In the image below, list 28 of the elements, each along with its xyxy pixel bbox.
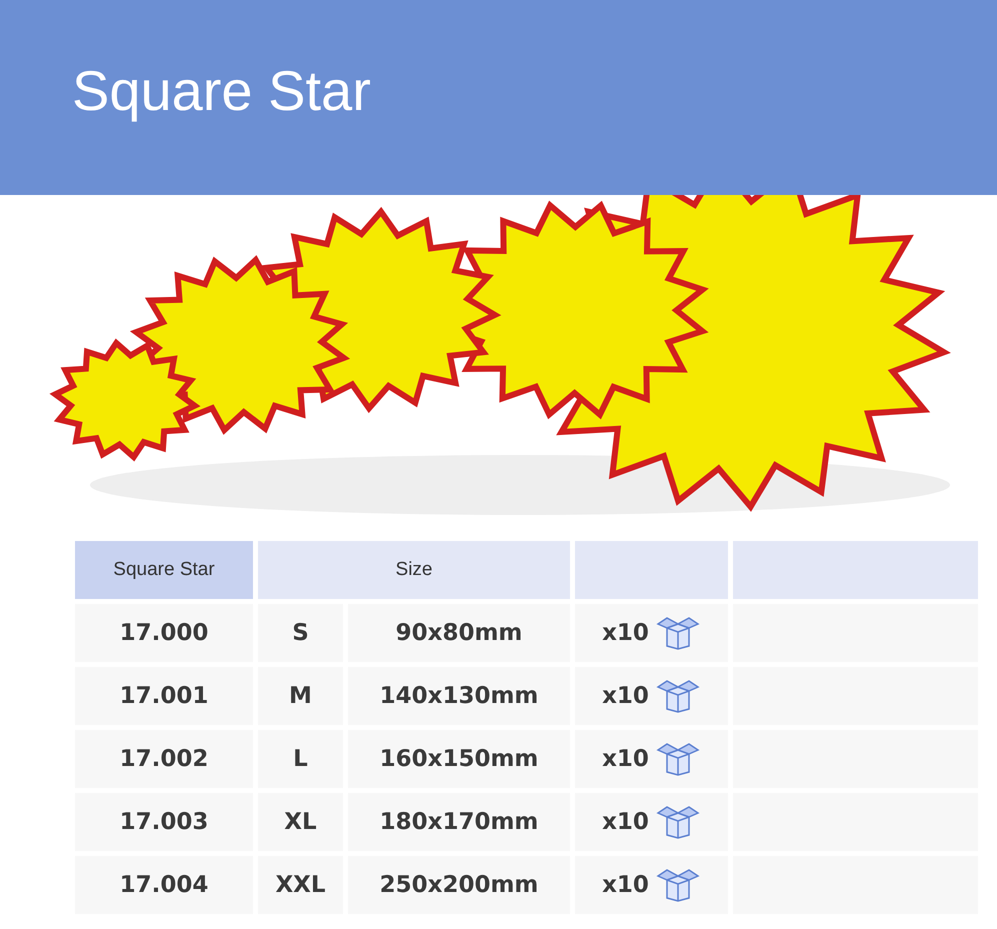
box-icon	[654, 679, 701, 713]
table-cell: 140x130mm	[348, 667, 570, 725]
column-header: Square Star	[75, 541, 253, 599]
box-icon	[654, 742, 701, 776]
table-cell: 17.003	[75, 793, 253, 851]
box-icon	[654, 868, 701, 902]
page-title: Square Star	[72, 58, 371, 123]
table-cell: 17.000	[75, 604, 253, 662]
column-header: Size	[258, 541, 570, 599]
table-cell: XXL	[258, 856, 343, 914]
box-icon	[654, 805, 701, 839]
box-icon	[654, 616, 701, 650]
table-cell: 250x200mm	[348, 856, 570, 914]
quantity-text: x10	[602, 809, 649, 835]
table-cell: 180x170mm	[348, 793, 570, 851]
table-cell: 160x150mm	[348, 730, 570, 788]
table-cell: 90x80mm	[348, 604, 570, 662]
table-cell: M	[258, 667, 343, 725]
quantity-text: x10	[602, 746, 649, 772]
table-cell: S	[258, 604, 343, 662]
quantity-text: x10	[602, 620, 649, 646]
quantity-text: x10	[602, 872, 649, 898]
table-cell: 17.002	[75, 730, 253, 788]
table-cell: 17.004	[75, 856, 253, 914]
table-cell: L	[258, 730, 343, 788]
quantity-text: x10	[602, 683, 649, 709]
table-cell: 17.001	[75, 667, 253, 725]
table-cell: XL	[258, 793, 343, 851]
